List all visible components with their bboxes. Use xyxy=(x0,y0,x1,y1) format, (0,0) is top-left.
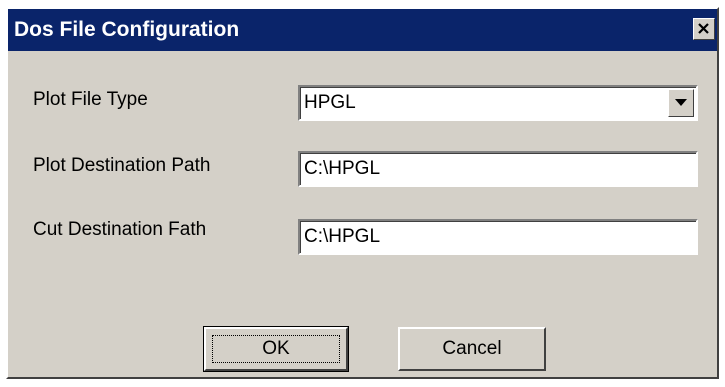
plot-destination-path-label: Plot Destination Path xyxy=(33,155,211,176)
title-bar: Dos File Configuration xyxy=(8,9,717,51)
chevron-down-icon xyxy=(675,99,687,106)
plot-file-type-dropdown-button[interactable] xyxy=(668,89,694,117)
ok-button-label: OK xyxy=(262,338,290,359)
close-icon xyxy=(698,23,709,34)
plot-file-type-label: Plot File Type xyxy=(33,89,148,110)
cut-destination-path-label: Cut Destination Fath xyxy=(33,219,207,240)
plot-file-type-select[interactable]: HPGL xyxy=(298,85,698,121)
ok-button[interactable]: OK xyxy=(203,326,349,372)
window-title: Dos File Configuration xyxy=(14,18,240,41)
plot-destination-path-input[interactable]: C:\HPGL xyxy=(298,151,698,187)
plot-destination-path-value: C:\HPGL xyxy=(304,158,381,179)
dos-file-configuration-dialog: Dos File Configuration Plot File Type HP… xyxy=(6,7,719,379)
cancel-button-label: Cancel xyxy=(442,338,502,359)
plot-file-type-value: HPGL xyxy=(304,92,356,113)
close-button[interactable] xyxy=(693,18,715,40)
cancel-button[interactable]: Cancel xyxy=(398,327,546,371)
cut-destination-path-value: C:\HPGL xyxy=(304,226,381,247)
cut-destination-path-input[interactable]: C:\HPGL xyxy=(298,219,698,255)
